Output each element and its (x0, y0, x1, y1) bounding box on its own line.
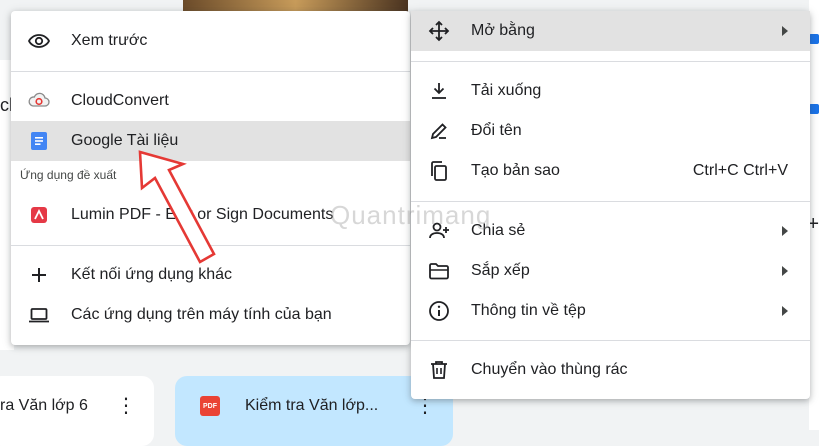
menu-item-computer-apps[interactable]: Các ứng dụng trên máy tính của bạn (11, 295, 410, 335)
menu-item-preview[interactable]: Xem trước (11, 21, 410, 61)
menu-item-make-copy[interactable]: Tạo bản sao Ctrl+C Ctrl+V (411, 151, 810, 191)
menu-item-label: CloudConvert (71, 92, 169, 109)
menu-item-label: Chuyển vào thùng rác (471, 361, 628, 378)
laptop-icon (27, 303, 51, 327)
divider (411, 340, 810, 341)
file-context-menu: Mở bằng Tải xuống Đổi tên Tạo bản sao Ct… (411, 11, 810, 399)
menu-item-label: Kết nối ứng dụng khác (71, 266, 233, 283)
menu-item-label: Sắp xếp (471, 262, 530, 279)
google-docs-icon (27, 129, 51, 153)
menu-item-label: Mở bằng (471, 22, 535, 39)
download-icon (427, 79, 451, 103)
open-with-icon (427, 19, 451, 43)
side-panel-icon[interactable] (809, 104, 819, 114)
menu-item-label: Tạo bản sao (471, 162, 560, 179)
menu-item-label: Đổi tên (471, 122, 522, 139)
menu-item-label: Tải xuống (471, 82, 542, 99)
menu-item-open-with[interactable]: Mở bằng (411, 11, 810, 51)
info-icon (427, 299, 451, 323)
menu-item-rename[interactable]: Đổi tên (411, 111, 810, 151)
organize-icon (427, 259, 451, 283)
file-title: Kiểm tra Văn lớp... (245, 397, 379, 414)
menu-item-cloudconvert[interactable]: CloudConvert (11, 81, 410, 121)
cloudconvert-icon (27, 89, 51, 113)
menu-item-lumin-pdf[interactable]: Lumin PDF - Edit or Sign Documents (11, 195, 410, 235)
file-card[interactable]: ra Văn lớp 6 ⋮ (0, 376, 154, 446)
rename-icon (427, 119, 451, 143)
menu-item-share[interactable]: Chia sẻ (411, 211, 810, 251)
menu-item-google-docs[interactable]: Google Tài liệu (11, 121, 410, 161)
menu-item-connect-more-apps[interactable]: Kết nối ứng dụng khác (11, 255, 410, 295)
menu-item-label: Thông tin về tệp (471, 302, 586, 319)
submenu-arrow-icon (782, 26, 788, 36)
submenu-arrow-icon (782, 266, 788, 276)
menu-item-label: Lumin PDF - Edit or Sign Documents (71, 206, 334, 223)
copy-icon (427, 159, 451, 183)
pdf-file-icon: PDF (200, 396, 220, 416)
trash-icon (427, 358, 451, 382)
menu-item-organize[interactable]: Sắp xếp (411, 251, 810, 291)
submenu-arrow-icon (782, 226, 788, 236)
menu-item-move-to-trash[interactable]: Chuyển vào thùng rác (411, 350, 810, 390)
side-panel-icon[interactable] (809, 34, 819, 44)
menu-item-download[interactable]: Tải xuống (411, 71, 810, 111)
menu-item-file-info[interactable]: Thông tin về tệp (411, 291, 810, 331)
open-with-submenu: Xem trước CloudConvert Google Tài liệu Ứ… (11, 11, 410, 345)
lumin-pdf-icon (27, 203, 51, 227)
plus-icon (27, 263, 51, 287)
divider (411, 201, 810, 202)
menu-item-label: Xem trước (71, 32, 148, 49)
section-label-suggested: Ứng dụng đề xuất (20, 168, 117, 182)
menu-item-label: Google Tài liệu (71, 132, 179, 149)
more-options-icon[interactable]: ⋮ (114, 394, 138, 418)
divider (11, 245, 410, 246)
menu-item-label: Các ứng dụng trên máy tính của bạn (71, 306, 332, 323)
menu-item-label: Chia sẻ (471, 222, 526, 239)
divider (11, 71, 410, 72)
keyboard-shortcut: Ctrl+C Ctrl+V (692, 162, 788, 179)
share-icon (427, 219, 451, 243)
eye-icon (27, 29, 51, 53)
submenu-arrow-icon (782, 306, 788, 316)
divider (411, 61, 810, 62)
file-title: ra Văn lớp 6 (0, 397, 88, 414)
